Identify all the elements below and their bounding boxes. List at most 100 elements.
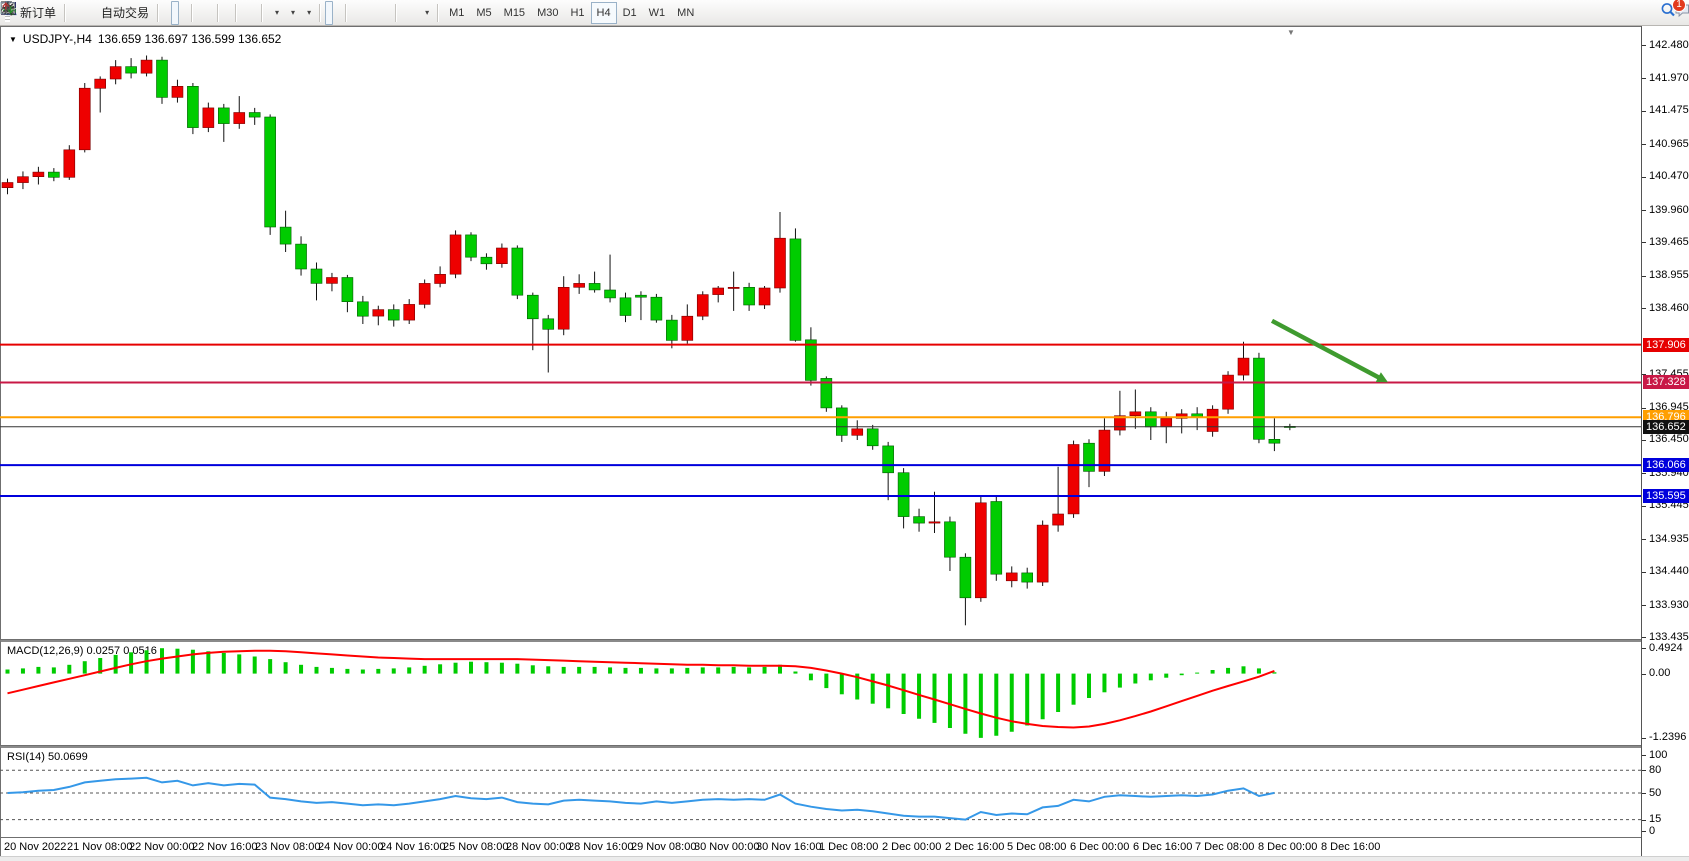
time-tick-label: 2 Dec 16:00	[945, 841, 1004, 853]
timeframe-MN[interactable]: MN	[671, 2, 700, 24]
time-tick-label: 20 Nov 2022	[4, 841, 66, 853]
time-tick-label: 25 Nov 08:00	[443, 841, 508, 853]
macd-tick-label: 0.00	[1649, 667, 1670, 679]
line-chart-button[interactable]	[179, 1, 187, 25]
fibonacci-button[interactable]: F	[383, 1, 391, 25]
axis-tick	[1642, 738, 1646, 739]
price-line-badge: 136.066	[1643, 458, 1689, 472]
cursor-button[interactable]	[325, 1, 333, 25]
autotrade-button[interactable]: 自动交易	[94, 1, 153, 25]
notifications-button[interactable]: 1	[1673, 1, 1681, 25]
timeframe-H4[interactable]: H4	[591, 2, 617, 24]
axis-tick	[1642, 177, 1646, 178]
time-tick-label: 24 Nov 16:00	[380, 841, 445, 853]
periods-button[interactable]: ▾	[283, 1, 299, 25]
notification-badge: 1	[1672, 0, 1686, 12]
tile-windows-button[interactable]	[223, 1, 231, 25]
time-tick-label: 23 Nov 08:00	[255, 841, 320, 853]
axis-tick	[1642, 648, 1646, 649]
axis-tick	[1642, 572, 1646, 573]
market-watch-button[interactable]	[70, 1, 78, 25]
trading-terminal-window: 新订单 自动交易 ▾ ▾ ▾ EFAT ▾ M1M5M15M30H1H4D1W1MN 1 ▼ U…	[0, 0, 1689, 861]
chevron-down-icon[interactable]: ▾	[425, 8, 429, 17]
axis-tick	[1642, 637, 1646, 638]
timeframe-M30[interactable]: M30	[531, 2, 564, 24]
chart-window: ▼ USDJPY-,H4 136.659 136.697 136.599 136…	[0, 26, 1689, 856]
time-tick-label: 21 Nov 08:00	[67, 841, 132, 853]
rsi-tick-label: 15	[1649, 813, 1661, 825]
crosshair-button[interactable]	[333, 1, 341, 25]
new-order-button[interactable]: 新订单	[13, 1, 60, 25]
axis-tick	[1642, 820, 1646, 821]
trendline-button[interactable]	[367, 1, 375, 25]
axis-tick	[1642, 793, 1646, 794]
axis-tick	[1642, 755, 1646, 756]
chart-shift-button[interactable]	[249, 1, 257, 25]
time-tick-label: 24 Nov 00:00	[318, 841, 383, 853]
price-tick-label: 140.965	[1649, 138, 1689, 150]
indicators-button[interactable]: ▾	[267, 1, 283, 25]
timeframe-group: M1M5M15M30H1H4D1W1MN	[443, 1, 700, 25]
price-tick-label: 134.935	[1649, 533, 1689, 545]
toolbar-separator	[191, 4, 193, 22]
templates-button[interactable]: ▾	[299, 1, 315, 25]
chevron-down-icon[interactable]: ▾	[291, 8, 295, 17]
axis-tick	[1642, 506, 1646, 507]
data-window-button[interactable]	[78, 1, 86, 25]
timeframe-H1[interactable]: H1	[564, 2, 590, 24]
arrows-button[interactable]: ▾	[417, 1, 433, 25]
main-toolbar: 新订单 自动交易 ▾ ▾ ▾ EFAT ▾ M1M5M15M30H1H4D1W1MN 1	[0, 0, 1689, 26]
price-tick-label: 141.475	[1649, 104, 1689, 116]
timeframe-D1[interactable]: D1	[617, 2, 643, 24]
channel-button[interactable]: E	[375, 1, 383, 25]
axis-tick	[1642, 473, 1646, 474]
toolbar-separator	[235, 4, 237, 22]
chevron-down-icon[interactable]: ▾	[307, 8, 311, 17]
timeframe-M5[interactable]: M5	[470, 2, 497, 24]
horizontal-line-button[interactable]	[359, 1, 367, 25]
price-tick-label: 140.470	[1649, 170, 1689, 182]
text-label-button[interactable]: T	[409, 1, 417, 25]
toolbar-separator	[64, 4, 66, 22]
time-tick-label: 30 Nov 16:00	[756, 841, 821, 853]
timeframe-M1[interactable]: M1	[443, 2, 470, 24]
zoom-out-button[interactable]	[205, 1, 213, 25]
axis-tick	[1642, 144, 1646, 145]
axis-tick	[1642, 605, 1646, 606]
time-tick-label: 28 Nov 16:00	[568, 841, 633, 853]
search-button[interactable]	[1659, 1, 1667, 25]
current-price-badge: 136.652	[1643, 420, 1689, 434]
axis-tick	[1642, 111, 1646, 112]
zoom-in-button[interactable]	[197, 1, 205, 25]
price-line-badge: 137.906	[1643, 338, 1689, 352]
axis-tick	[1642, 276, 1646, 277]
chevron-down-icon[interactable]: ▾	[275, 8, 279, 17]
new-order-button-label: 新订单	[20, 4, 56, 21]
time-tick-label: 30 Nov 00:00	[694, 841, 759, 853]
time-axis[interactable]: 20 Nov 202221 Nov 08:0022 Nov 00:0022 No…	[0, 838, 1642, 856]
axis-tick	[1642, 308, 1646, 309]
candlestick-chart-button[interactable]	[171, 1, 179, 25]
toolbar-separator	[437, 4, 439, 22]
time-tick-label: 6 Dec 00:00	[1070, 841, 1129, 853]
time-tick-label: 7 Dec 08:00	[1195, 841, 1254, 853]
autotrade-button-label: 自动交易	[101, 4, 149, 21]
axis-tick	[1642, 831, 1646, 832]
timeframe-M15[interactable]: M15	[498, 2, 531, 24]
auto-scroll-button[interactable]	[241, 1, 249, 25]
toolbar-separator	[345, 4, 347, 22]
timeframe-W1[interactable]: W1	[643, 2, 672, 24]
bar-chart-button[interactable]	[163, 1, 171, 25]
macd-tick-label: -1.2396	[1649, 731, 1686, 743]
window-bottom-strip	[0, 856, 1689, 861]
time-tick-label: 2 Dec 00:00	[882, 841, 941, 853]
price-tick-label: 138.460	[1649, 302, 1689, 314]
text-button[interactable]: A	[401, 1, 409, 25]
signals-button[interactable]	[86, 1, 94, 25]
rsi-tick-label: 100	[1649, 749, 1667, 761]
axis-tick	[1642, 440, 1646, 441]
rsi-tick-label: 0	[1649, 825, 1655, 837]
price-axis[interactable]: 142.480141.970141.475140.965140.470139.9…	[1641, 26, 1689, 856]
rsi-chart[interactable]	[0, 26, 1641, 838]
vertical-line-button[interactable]	[351, 1, 359, 25]
